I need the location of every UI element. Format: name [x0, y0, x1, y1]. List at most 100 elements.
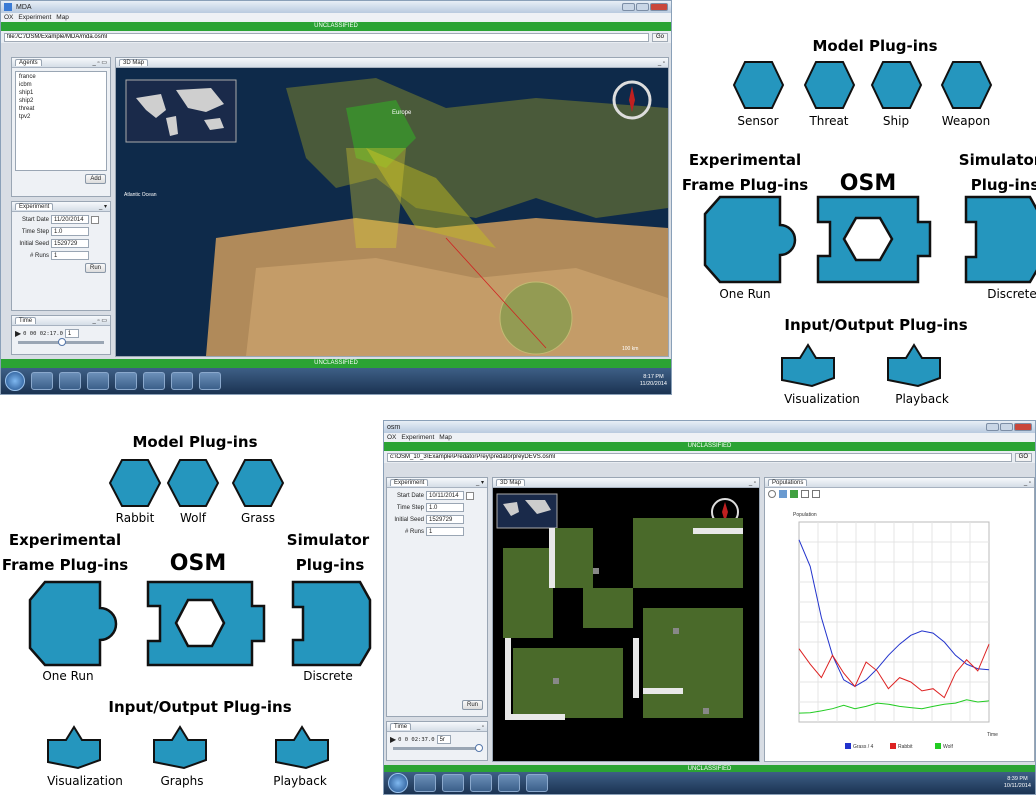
run-button[interactable]: Run: [84, 263, 106, 273]
menu-experiment[interactable]: Experiment: [401, 434, 434, 441]
list-item[interactable]: france: [19, 73, 103, 81]
tab-3d-map[interactable]: 3D Map: [119, 59, 149, 66]
browser-icon[interactable]: [31, 372, 53, 390]
app-icon[interactable]: [171, 372, 193, 390]
tab-time[interactable]: Time: [15, 317, 37, 324]
panel-controls-icon[interactable]: _ ▾: [99, 203, 107, 210]
url-bar: GO: [384, 451, 1035, 463]
go-button[interactable]: Go: [651, 32, 668, 42]
url-input[interactable]: [4, 32, 649, 42]
media-icon[interactable]: [59, 372, 81, 390]
start-date-label: Start Date: [21, 216, 49, 223]
start-date-field[interactable]: 10/11/2014: [426, 491, 464, 500]
maximize-icon[interactable]: [636, 3, 649, 11]
media-icon[interactable]: [442, 774, 464, 792]
initial-seed-field[interactable]: 1529729: [426, 515, 464, 524]
time-slider[interactable]: [18, 338, 104, 346]
speed-field[interactable]: 1: [64, 329, 79, 338]
time-panel: Time _ ▫ ▭ ▶ 0 00 02:17.0 1: [11, 315, 111, 355]
satellite-map[interactable]: Europe Atlantic Ocean 100 km: [116, 68, 668, 356]
java-icon[interactable]: [199, 372, 221, 390]
color-icon[interactable]: [790, 490, 798, 498]
panel-controls-icon[interactable]: _ ▫: [658, 60, 665, 66]
save-icon[interactable]: [779, 490, 787, 498]
zoom-icon[interactable]: [768, 490, 776, 498]
panel-controls-icon[interactable]: _ ▫: [1024, 480, 1031, 486]
list-item[interactable]: ship1: [19, 89, 103, 97]
app-icon[interactable]: [498, 774, 520, 792]
time-slider[interactable]: [393, 744, 483, 752]
model-plugin-label: Ship: [883, 114, 909, 128]
maximize-icon[interactable]: [1000, 423, 1013, 431]
tab-agents[interactable]: Agents: [15, 59, 42, 66]
runs-field[interactable]: 1: [426, 527, 464, 536]
run-button[interactable]: Run: [461, 700, 483, 710]
menu-map[interactable]: Map: [56, 14, 69, 21]
go-button[interactable]: GO: [1014, 452, 1032, 462]
java-icon[interactable]: [526, 774, 548, 792]
panel-controls-icon[interactable]: _ ▫ ▭: [93, 59, 107, 66]
app-icon[interactable]: [115, 372, 137, 390]
title-bar: MDA: [1, 1, 671, 13]
tab-time[interactable]: Time: [390, 723, 412, 730]
tab-experiment[interactable]: Experiment: [390, 479, 429, 486]
url-input[interactable]: [387, 452, 1012, 462]
model-plugin-label: Threat: [808, 114, 848, 128]
list-item[interactable]: threat: [19, 105, 103, 113]
runs-label: # Runs: [404, 528, 424, 535]
legend-swatch: [890, 743, 896, 749]
window-controls[interactable]: [986, 423, 1032, 431]
start-icon[interactable]: [388, 773, 408, 793]
osm-window: osm OX Experiment Map UNCLASSIFIED GO Ex…: [383, 420, 1036, 795]
panel-controls-icon[interactable]: _ ▫: [477, 724, 484, 730]
slider-handle[interactable]: [475, 744, 483, 752]
folder-icon[interactable]: [470, 774, 492, 792]
menu-ox[interactable]: OX: [4, 14, 13, 21]
runs-field[interactable]: 1: [51, 251, 89, 260]
play-icon[interactable]: ▶: [390, 735, 396, 744]
initial-seed-field[interactable]: 1529729: [51, 239, 89, 248]
menu-ox[interactable]: OX: [387, 434, 396, 441]
tab-experiment[interactable]: Experiment: [15, 203, 54, 210]
calendar-icon[interactable]: [91, 215, 99, 224]
scale-label: 100 km: [622, 346, 638, 352]
panel-controls-icon[interactable]: _ ▾: [476, 479, 484, 486]
time-step-field[interactable]: 1.0: [426, 503, 464, 512]
add-button[interactable]: Add: [85, 174, 106, 184]
menu-experiment[interactable]: Experiment: [18, 14, 51, 21]
calendar-icon[interactable]: [466, 491, 474, 500]
start-date-field[interactable]: 11/20/2014: [51, 215, 89, 224]
list-item[interactable]: icbm: [19, 81, 103, 89]
panel-controls-icon[interactable]: _ ▫ ▭: [93, 317, 107, 324]
time-step-field[interactable]: 1.0: [51, 227, 89, 236]
close-icon[interactable]: [1014, 423, 1032, 431]
slider-handle[interactable]: [58, 338, 66, 346]
browser-icon[interactable]: [414, 774, 436, 792]
population-chart[interactable]: Population Time Grass / 4 Rabbit Wolf: [765, 500, 1034, 762]
app-icon[interactable]: [143, 372, 165, 390]
minimize-icon[interactable]: [986, 423, 999, 431]
speed-field[interactable]: 5r: [436, 735, 451, 744]
menu-map[interactable]: Map: [439, 434, 452, 441]
agents-list[interactable]: france icbm ship1 ship2 threat tpv2: [15, 71, 107, 171]
simulator-shape: [291, 580, 372, 667]
population-map[interactable]: [493, 488, 759, 761]
print-icon[interactable]: [812, 490, 820, 498]
clock[interactable]: 8:39 PM 10/11/2014: [1004, 776, 1031, 790]
start-icon[interactable]: [5, 371, 25, 391]
minimize-icon[interactable]: [622, 3, 635, 11]
folder-icon[interactable]: [87, 372, 109, 390]
sim-plugins-title: Simulator: [959, 151, 1036, 169]
list-item[interactable]: ship2: [19, 97, 103, 105]
tab-3d-map[interactable]: 3D Map: [496, 479, 526, 486]
window-controls[interactable]: [622, 3, 668, 11]
runs-label: # Runs: [29, 252, 49, 259]
panel-controls-icon[interactable]: _ ▫: [749, 480, 756, 486]
tab-populations[interactable]: Populations: [768, 479, 808, 486]
play-icon[interactable]: ▶: [15, 329, 21, 338]
model-plugin-label: Wolf: [180, 511, 207, 525]
close-icon[interactable]: [650, 3, 668, 11]
clock[interactable]: 8:17 PM 11/20/2014: [640, 374, 667, 388]
link-icon[interactable]: [801, 490, 809, 498]
list-item[interactable]: tpv2: [19, 113, 103, 121]
